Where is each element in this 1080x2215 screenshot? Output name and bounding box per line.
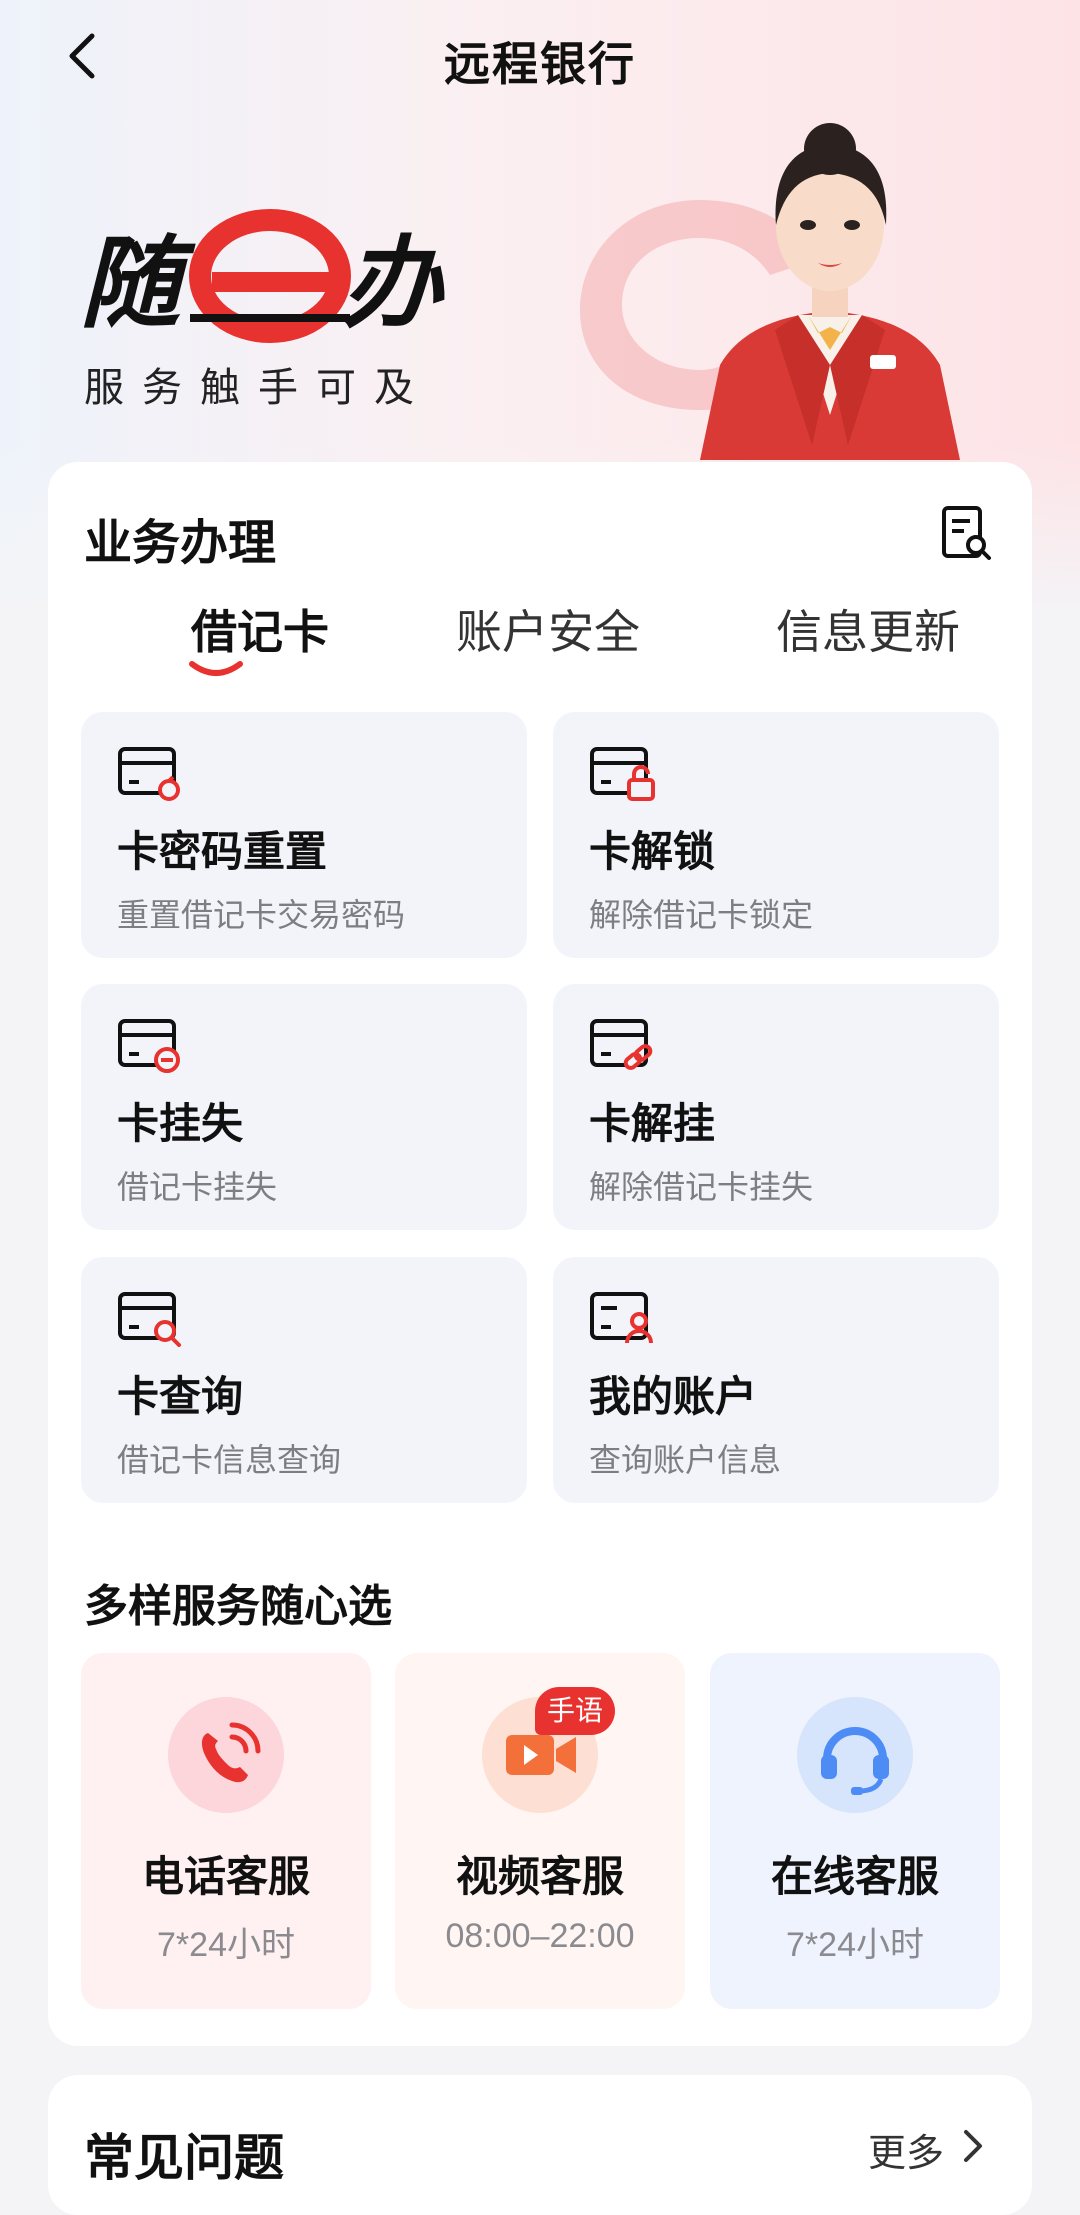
card-reset-icon <box>118 747 180 801</box>
service-name: 在线客服 <box>770 1853 939 1900</box>
faq-more-link[interactable]: 更多 <box>868 2122 944 2177</box>
service-agent-avatar <box>700 123 960 460</box>
card-unlock-icon <box>590 747 655 801</box>
brand-slogan: 服务触手可及 <box>84 366 432 410</box>
svg-text:办: 办 <box>342 225 445 342</box>
phone-icon <box>201 1722 261 1783</box>
page-title: 远程银行 <box>444 38 636 90</box>
service-phone[interactable]: 电话客服 7*24小时 <box>81 1653 371 2009</box>
tile-desc: 重置借记卡交易密码 <box>117 897 406 933</box>
chevron-right-icon[interactable] <box>958 2126 988 2166</box>
card-report-loss-icon <box>118 1019 180 1073</box>
tab-info-update[interactable]: 信息更新 <box>738 596 998 662</box>
tab-account-security[interactable]: 账户安全 <box>418 596 678 662</box>
headset-icon-circle <box>797 1697 913 1813</box>
faq-title: 常见问题 <box>84 2130 284 2186</box>
tile-card-unlock[interactable]: 卡解锁 解除借记卡锁定 <box>553 712 999 958</box>
service-video[interactable]: 手语 视频客服 08:00–22:00 <box>395 1653 685 2009</box>
tile-title: 卡密码重置 <box>117 828 328 875</box>
tile-card-unlink[interactable]: 卡解挂 解除借记卡挂失 <box>553 984 999 1230</box>
headset-icon <box>821 1727 889 1795</box>
service-hours: 7*24小时 <box>786 1926 924 1964</box>
tile-card-report-loss[interactable]: 卡挂失 借记卡挂失 <box>81 984 527 1230</box>
tile-title: 卡挂失 <box>117 1100 244 1147</box>
tab-debit-card[interactable]: 借记卡 <box>150 596 370 662</box>
service-name: 电话客服 <box>141 1853 310 1900</box>
tile-card-query[interactable]: 卡查询 借记卡信息查询 <box>81 1257 527 1503</box>
card-unlink-icon <box>590 1019 653 1070</box>
tile-title: 卡解挂 <box>589 1100 716 1147</box>
document-search-icon[interactable] <box>940 505 992 561</box>
card-account-icon <box>590 1292 653 1344</box>
active-tab-indicator <box>189 661 243 676</box>
sign-language-badge: 手语 <box>535 1687 615 1735</box>
service-online[interactable]: 在线客服 7*24小时 <box>710 1653 1000 2009</box>
section-title-business: 业务办理 <box>84 517 277 570</box>
card-search-icon <box>118 1292 181 1347</box>
section-title-services: 多样服务随心选 <box>84 1582 392 1631</box>
tile-desc: 解除借记卡挂失 <box>589 1169 814 1205</box>
service-name: 视频客服 <box>455 1853 624 1900</box>
tile-title: 卡解锁 <box>589 828 716 875</box>
tile-title: 我的账户 <box>589 1373 758 1420</box>
tile-my-account[interactable]: 我的账户 查询账户信息 <box>553 1257 999 1503</box>
tile-card-password-reset[interactable]: 卡密码重置 重置借记卡交易密码 <box>81 712 527 958</box>
tile-desc: 查询账户信息 <box>589 1442 782 1478</box>
tile-desc: 解除借记卡锁定 <box>589 897 814 933</box>
top-bar: 远程银行 <box>0 0 1080 116</box>
phone-icon-circle <box>168 1697 284 1813</box>
tile-desc: 借记卡挂失 <box>117 1169 278 1205</box>
service-hours: 08:00–22:00 <box>445 1917 635 1955</box>
tile-title: 卡查询 <box>117 1373 244 1420</box>
logo-char-sui: 随 <box>80 225 196 342</box>
tile-desc: 借记卡信息查询 <box>117 1442 342 1478</box>
service-hours: 7*24小时 <box>157 1926 295 1964</box>
